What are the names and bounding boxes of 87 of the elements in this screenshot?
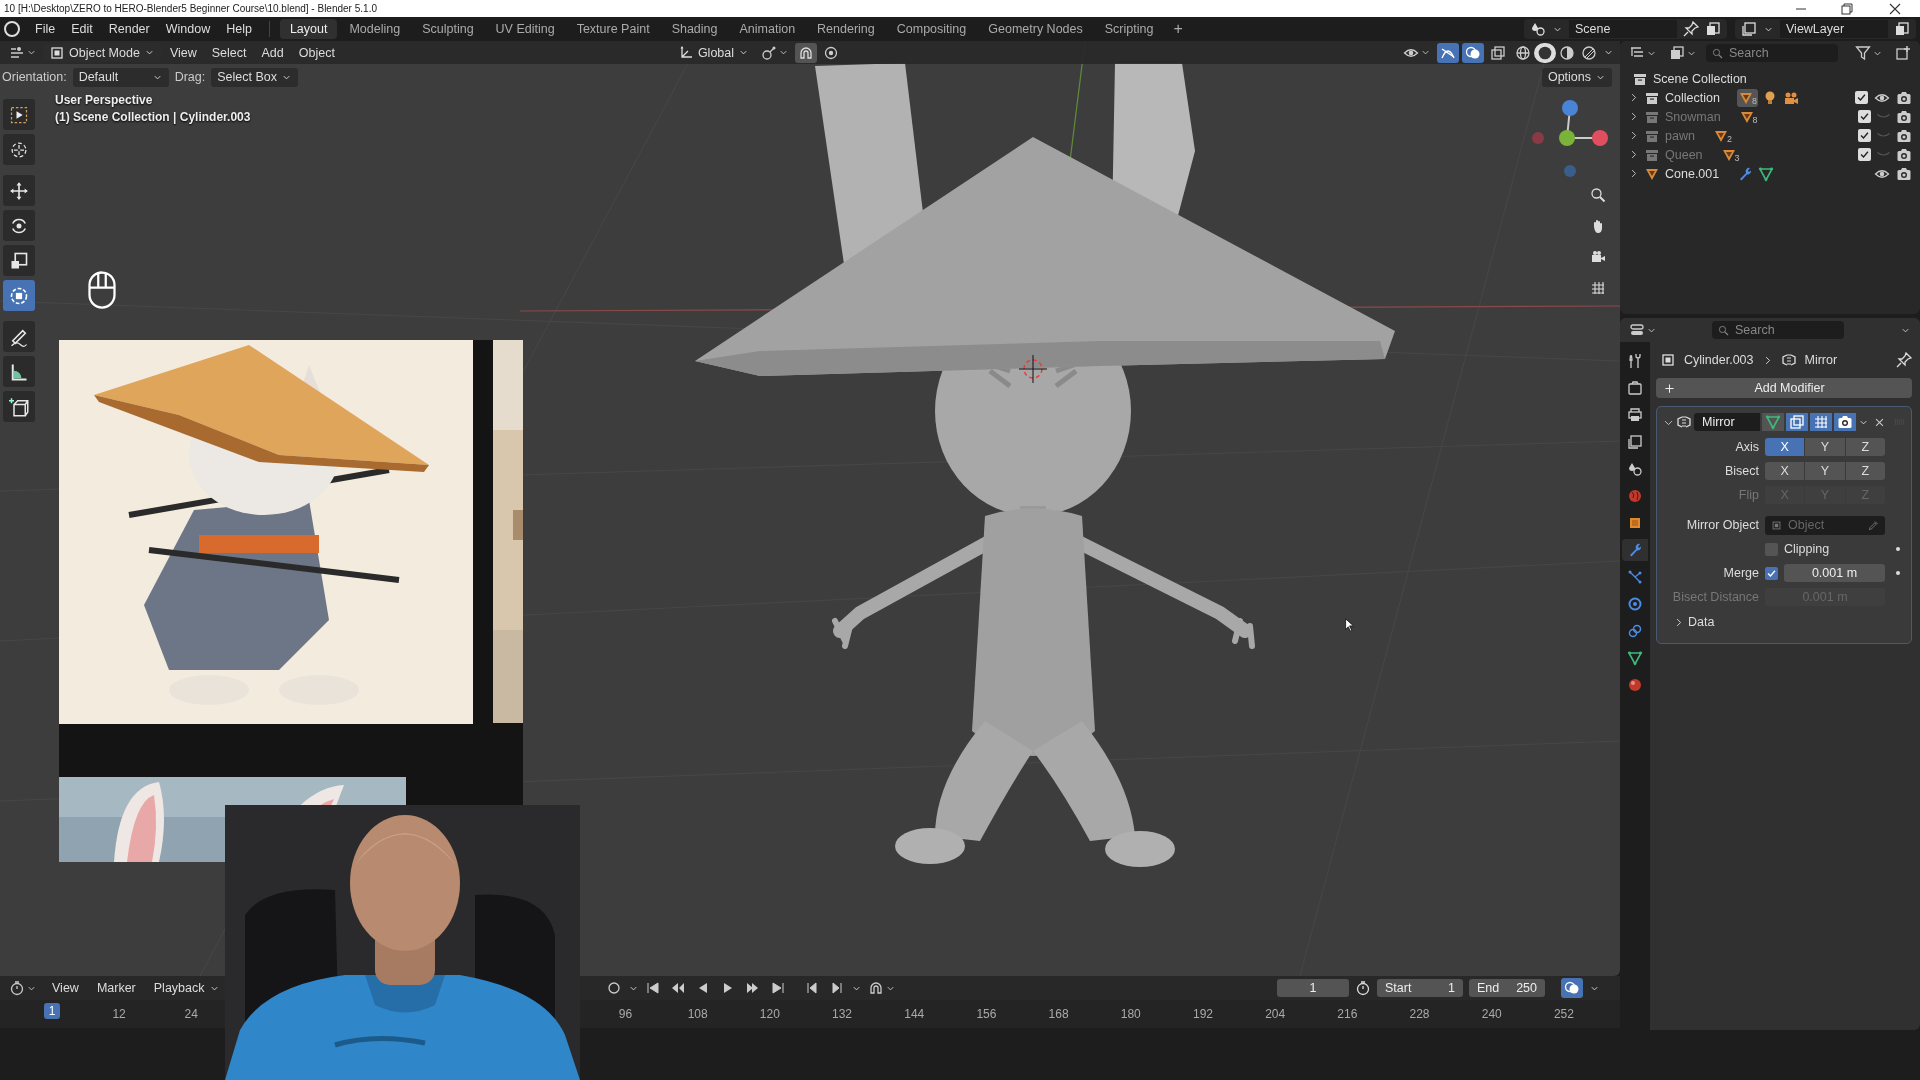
property-label: Flip xyxy=(1737,488,1759,502)
mesh-badge[interactable]: 2 xyxy=(1711,126,1733,145)
modifier-name-field[interactable]: Mirror xyxy=(1694,413,1760,431)
workspace-tab[interactable]: Layout xyxy=(279,19,338,39)
object-field[interactable]: Object xyxy=(1788,518,1862,532)
scene-selector[interactable]: Scene xyxy=(1524,19,1727,39)
frame-number: 204 xyxy=(1264,1007,1287,1021)
drag-dropdown[interactable]: Select Box xyxy=(211,67,298,87)
search-field[interactable]: Search xyxy=(1729,46,1819,60)
menu-item[interactable]: Help xyxy=(219,19,259,39)
workspace-tab[interactable]: Modeling xyxy=(339,19,411,39)
add-workspace-button[interactable]: + xyxy=(1165,20,1191,38)
axis-toggle[interactable]: X xyxy=(1765,438,1805,456)
view-name: User Perspective xyxy=(55,93,154,107)
menu-item[interactable]: Edit xyxy=(64,19,100,39)
frame-number: 240 xyxy=(1480,1007,1503,1021)
outliner-item[interactable]: Cone.001 xyxy=(1665,166,1720,181)
menu-item[interactable]: Add xyxy=(255,43,290,62)
frame-number: 96 xyxy=(617,1007,634,1021)
frame-number: 12 xyxy=(111,1007,127,1021)
property-label: Bisect Distance xyxy=(1671,590,1759,604)
menu-item[interactable]: Object xyxy=(292,43,341,62)
object-picker[interactable]: Object xyxy=(1765,515,1885,535)
modifier-name: Mirror xyxy=(1804,353,1838,367)
workspace-tab[interactable]: Sculpting xyxy=(412,19,484,39)
frame-number: 216 xyxy=(1336,1007,1359,1021)
search-box[interactable]: Search xyxy=(1706,44,1838,62)
menu-item[interactable]: Playback xyxy=(147,978,226,998)
playhead-marker[interactable]: 1 xyxy=(44,1003,60,1019)
frame-number: 24 xyxy=(183,1007,199,1021)
orientation-dropdown[interactable]: Default xyxy=(72,67,169,87)
property-label: Axis xyxy=(1734,440,1759,454)
add-modifier-button[interactable]: Add Modifier xyxy=(1656,378,1912,398)
search-field[interactable]: Search xyxy=(1735,323,1825,337)
workspace-tab[interactable]: Geometry Nodes xyxy=(978,19,1093,39)
frame-number: 108 xyxy=(686,1007,709,1021)
axis-toggle[interactable]: Z xyxy=(1845,438,1885,456)
frame-number: 192 xyxy=(1191,1007,1214,1021)
menu-item[interactable]: Render xyxy=(101,19,157,39)
menu-item[interactable]: Window xyxy=(158,19,218,39)
workspace-tab[interactable]: Animation xyxy=(729,19,806,39)
menu-item[interactable]: View xyxy=(163,43,203,62)
mesh-badge[interactable]: 8 xyxy=(1736,88,1758,107)
view-info: (1) Scene Collection | Cylinder.003 xyxy=(55,110,251,124)
mesh-badge[interactable]: 3 xyxy=(1719,145,1741,164)
axis-toggle[interactable]: Z xyxy=(1845,462,1885,480)
workspace-tab[interactable]: Shading xyxy=(661,19,728,39)
frame-number: 132 xyxy=(831,1007,854,1021)
start-frame-field[interactable]: Start 1 xyxy=(1377,979,1463,997)
axis-toggle[interactable]: X xyxy=(1765,462,1805,480)
menu-item[interactable]: Select xyxy=(205,43,253,62)
options-dropdown[interactable]: Options xyxy=(1541,67,1612,87)
window-title: 10 [H:\Desktop\ZERO to HERO-Blender5 Beginner Course\10.blend] - Blender 5.1.0 xyxy=(4,3,378,14)
workspace-tab[interactable]: Rendering xyxy=(807,19,885,39)
subpanel-header[interactable]: Data xyxy=(1663,611,1905,633)
frame-number: 168 xyxy=(1047,1007,1070,1021)
frame-number: 144 xyxy=(903,1007,926,1021)
frame-number: 252 xyxy=(1552,1007,1575,1021)
workspace-tab[interactable]: UV Editing xyxy=(485,19,565,39)
menu-item[interactable]: Marker xyxy=(90,979,142,997)
axis-toggle[interactable]: Y xyxy=(1805,438,1845,456)
mesh-badge[interactable]: 8 xyxy=(1737,107,1759,126)
outliner-item[interactable]: Collection xyxy=(1665,90,1720,105)
menu-item[interactable]: File xyxy=(28,19,63,39)
number-field[interactable]: 0.001 m xyxy=(1784,564,1885,582)
workspace-tab[interactable]: Texture Paint xyxy=(566,19,660,39)
property-label: Merge xyxy=(1722,566,1759,580)
end-frame-field[interactable]: End 250 xyxy=(1469,979,1545,997)
object-name: Cylinder.003 xyxy=(1684,353,1754,367)
frame-number: 156 xyxy=(975,1007,998,1021)
frame-number: 120 xyxy=(758,1007,781,1021)
drag-label: Drag: xyxy=(174,70,206,84)
menu-item[interactable]: View xyxy=(46,979,85,997)
current-frame-field[interactable]: 1 xyxy=(1277,979,1349,997)
workspace-tab[interactable]: Compositing xyxy=(886,19,977,39)
property-label: Mirror Object xyxy=(1685,518,1759,532)
workspace-tab[interactable]: Scripting xyxy=(1094,19,1164,39)
orientation-dropdown[interactable]: Global xyxy=(671,43,756,62)
frame-number: 180 xyxy=(1119,1007,1142,1021)
outliner-item[interactable]: Scene Collection xyxy=(1653,71,1747,86)
frame-number: 228 xyxy=(1408,1007,1431,1021)
property-label: Bisect xyxy=(1723,464,1759,478)
axis-toggle[interactable]: Y xyxy=(1805,462,1845,480)
orientation-label: Orientation: xyxy=(2,70,67,84)
checkbox-label: Clipping xyxy=(1784,542,1830,556)
view-layer-selector[interactable]: ViewLayer xyxy=(1735,19,1916,39)
search-box[interactable]: Search xyxy=(1712,321,1844,339)
